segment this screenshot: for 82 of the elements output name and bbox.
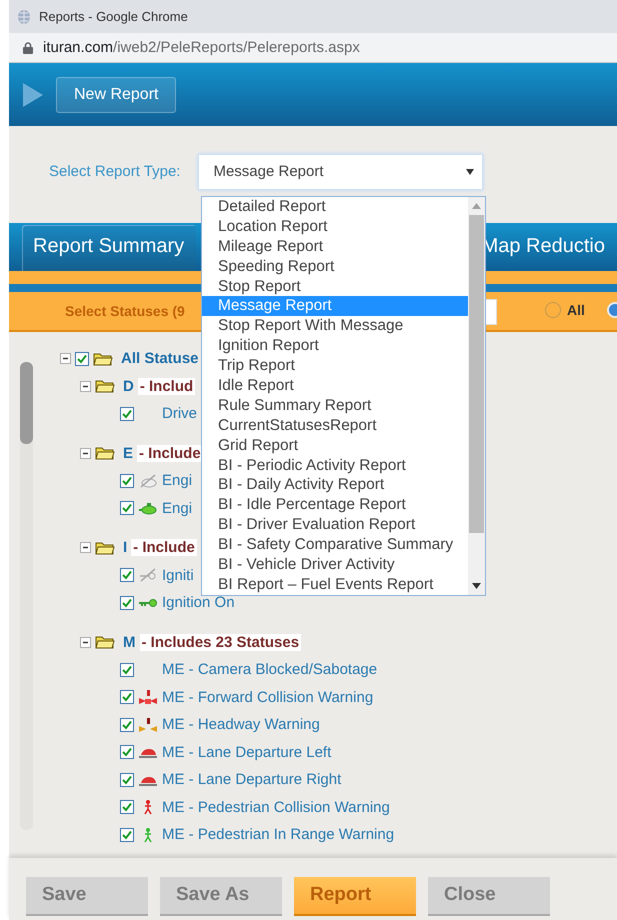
dropdown-option[interactable]: Mileage Report bbox=[202, 236, 468, 257]
dropdown-option[interactable]: BI - Safety Comparative Summary bbox=[202, 535, 468, 556]
dropdown-option[interactable]: BI - Periodic Activity Report bbox=[202, 456, 468, 476]
checkbox[interactable] bbox=[120, 690, 134, 704]
checkbox[interactable] bbox=[120, 568, 134, 582]
checkbox[interactable] bbox=[120, 501, 134, 516]
engine-icon bbox=[138, 500, 158, 516]
tree-root-label: All Statuse bbox=[121, 350, 199, 368]
collision-icon bbox=[138, 689, 158, 706]
dropdown-option[interactable]: BI - Driver Evaluation Report bbox=[202, 515, 468, 536]
status-label: ME - Camera Blocked/Sabotage bbox=[162, 661, 378, 678]
checkbox[interactable] bbox=[120, 662, 134, 677]
status-label: Engi bbox=[162, 472, 192, 490]
checkbox[interactable] bbox=[120, 828, 134, 842]
checkbox[interactable] bbox=[120, 772, 134, 787]
collapse-icon[interactable] bbox=[60, 353, 71, 364]
dropdown-option[interactable]: Grid Report bbox=[202, 436, 468, 456]
status-label: ME - Headway Warning bbox=[162, 716, 320, 734]
folder-icon bbox=[95, 445, 115, 462]
group-description: - Include bbox=[137, 444, 203, 462]
checkbox[interactable] bbox=[120, 800, 134, 814]
lock-icon bbox=[23, 42, 33, 54]
window-title: Reports - Google Chrome bbox=[39, 9, 188, 24]
status-label: Drive bbox=[162, 405, 198, 422]
status-label: ME - Lane Departure Left bbox=[162, 744, 332, 761]
group-description: - Includ bbox=[138, 378, 196, 395]
dropdown-option[interactable]: CurrentStatusesReport bbox=[202, 416, 468, 436]
dropdown-option[interactable]: Trip Report bbox=[202, 356, 468, 376]
dropdown-option[interactable]: BI - Idle Percentage Report bbox=[202, 495, 468, 516]
engine-off-icon bbox=[138, 472, 158, 489]
tab[interactable]: Report Summary bbox=[22, 225, 196, 271]
scroll-down-icon[interactable] bbox=[472, 583, 481, 589]
dropdown-option[interactable]: Rule Summary Report bbox=[202, 396, 468, 416]
checkbox[interactable] bbox=[120, 406, 134, 421]
report-type-select[interactable]: Message Report bbox=[198, 154, 484, 190]
checkbox[interactable] bbox=[120, 718, 134, 732]
key-off-icon bbox=[138, 567, 158, 584]
folder-icon bbox=[95, 634, 115, 650]
checkbox[interactable] bbox=[75, 352, 89, 366]
status-label: ME - Forward Collision Warning bbox=[162, 688, 374, 706]
checkbox[interactable] bbox=[120, 745, 134, 760]
status-label: ME - Pedestrian In Range Warning bbox=[162, 826, 394, 844]
collapse-icon[interactable] bbox=[80, 542, 91, 554]
dropdown-option[interactable]: BI - Daily Activity Report bbox=[202, 475, 468, 496]
headway-icon bbox=[138, 716, 158, 733]
caret-icon bbox=[466, 168, 474, 174]
status-label: ME - Lane Departure Right bbox=[162, 771, 342, 788]
dropdown-option[interactable]: Location Report bbox=[202, 216, 468, 237]
status-label: ME - Pedestrian Collision Warning bbox=[162, 798, 390, 816]
group-letter: I bbox=[123, 539, 128, 556]
dropdown-option[interactable]: BI Report – Fuel Events Report bbox=[202, 574, 468, 595]
dropdown-option[interactable]: BI - Vehicle Driver Activity bbox=[202, 555, 468, 575]
folder-icon bbox=[93, 350, 113, 367]
dropdown-option[interactable]: Stop Report bbox=[202, 276, 468, 296]
dropdown-option[interactable]: Speeding Report bbox=[202, 256, 468, 277]
group-description: - Includes 23 Statuses bbox=[140, 634, 302, 651]
checkbox[interactable] bbox=[120, 596, 134, 610]
select-statuses-label: Select Statuses (9 bbox=[65, 303, 185, 319]
globe-icon bbox=[17, 8, 31, 24]
group-letter: E bbox=[123, 444, 134, 462]
dropdown-option[interactable]: Stop Report With Message bbox=[202, 316, 468, 336]
collapse-icon[interactable] bbox=[80, 380, 91, 392]
radio-label: All bbox=[567, 302, 585, 318]
checkbox[interactable] bbox=[120, 474, 134, 488]
folder-icon bbox=[95, 540, 115, 556]
collapse-icon[interactable] bbox=[80, 636, 91, 648]
new-report-button[interactable]: New Report bbox=[56, 76, 176, 112]
report-type-label: Select Report Type: bbox=[49, 163, 180, 180]
folder-icon bbox=[95, 378, 115, 394]
status-label: Igniti bbox=[162, 566, 194, 584]
collapse-icon[interactable] bbox=[80, 448, 91, 459]
group-letter: D bbox=[123, 378, 134, 395]
dropdown-option[interactable]: Ignition Report bbox=[202, 336, 468, 356]
dropdown-option[interactable]: Detailed Report bbox=[202, 197, 468, 217]
group-description: - Include bbox=[131, 539, 197, 556]
status-label: Engi bbox=[162, 500, 192, 517]
scrollbar[interactable] bbox=[468, 197, 485, 595]
scrollbar[interactable] bbox=[20, 362, 33, 830]
dropdown-option[interactable]: Idle Report bbox=[202, 376, 468, 396]
radio-button[interactable] bbox=[545, 302, 561, 318]
status-label: Ignition On bbox=[162, 594, 235, 612]
group-letter: M bbox=[123, 634, 136, 651]
